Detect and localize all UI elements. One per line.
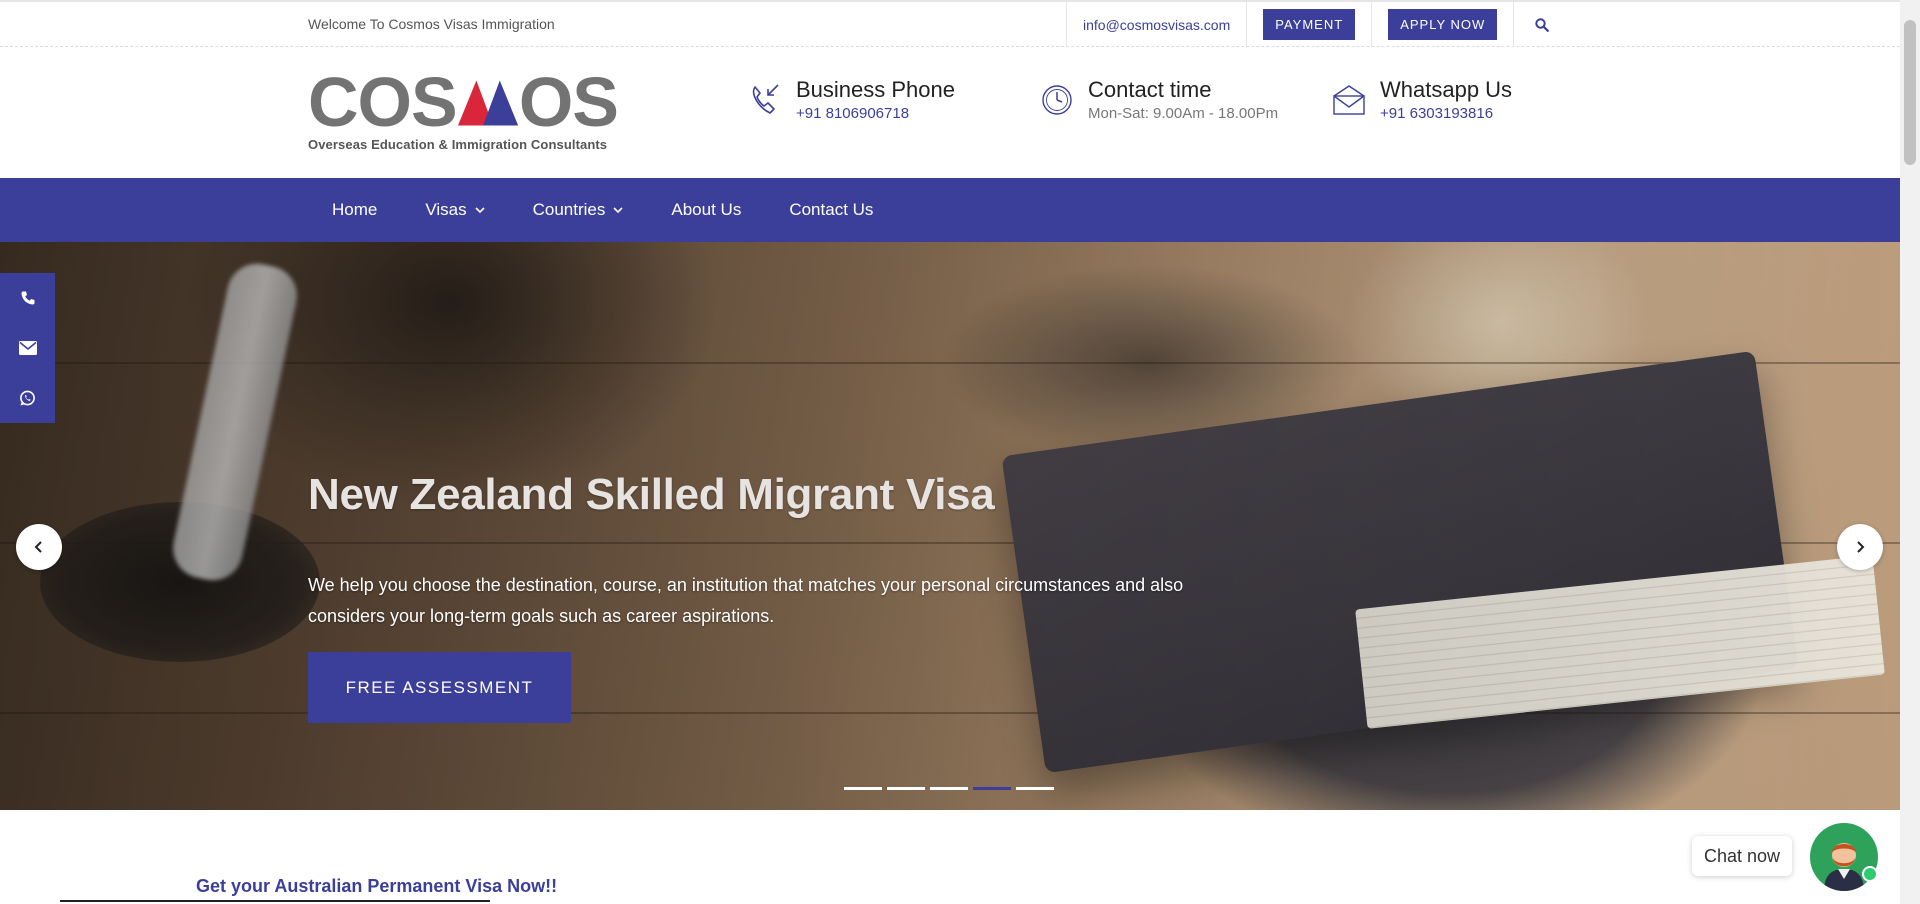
contact-time-title: Contact time xyxy=(1088,77,1212,102)
nav-items: Home Visas Countries About Us Contact Us xyxy=(308,178,897,242)
business-phone-text: Business Phone +91 8106906718 xyxy=(796,77,955,122)
top-bar-actions: info@cosmosvisas.com PAYMENT APPLY NOW xyxy=(1066,2,1570,47)
contact-time-block: Contact time Mon-Sat: 9.00Am - 18.00Pm xyxy=(1038,77,1278,122)
phone-icon[interactable] xyxy=(0,273,55,323)
nav-item-label: Contact Us xyxy=(789,200,874,219)
section-title: Get your Australian Permanent Visa Now!! xyxy=(196,876,558,896)
envelope-icon xyxy=(1333,85,1365,115)
whatsapp-icon[interactable] xyxy=(0,373,55,423)
phone-incoming-icon xyxy=(752,84,779,114)
top-bar: Welcome To Cosmos Visas Immigration info… xyxy=(0,0,1900,47)
chevron-down-icon xyxy=(475,207,485,214)
business-phone-number[interactable]: +91 8106906718 xyxy=(796,105,955,122)
site-header: COS OS Overseas Education & Immigration … xyxy=(0,47,1900,178)
slider-dots xyxy=(844,787,1059,790)
scrollbar-thumb[interactable] xyxy=(1904,20,1916,165)
slider-dot-active[interactable] xyxy=(973,787,1011,790)
logo[interactable]: COS OS Overseas Education & Immigration … xyxy=(308,63,619,152)
logo-wordmark: COS OS xyxy=(308,63,619,141)
slider-dot[interactable] xyxy=(844,787,882,790)
page-scrollbar[interactable] xyxy=(1900,0,1920,904)
hero-slider: New Zealand Skilled Migrant Visa We help… xyxy=(0,242,1900,810)
free-assessment-button[interactable]: FREE ASSESSMENT xyxy=(308,652,571,723)
page: Welcome To Cosmos Visas Immigration info… xyxy=(0,0,1900,904)
chevron-left-icon xyxy=(34,541,42,553)
chevron-down-icon xyxy=(613,207,623,214)
chevron-right-icon xyxy=(1857,541,1865,553)
main-nav: Home Visas Countries About Us Contact Us xyxy=(0,178,1900,242)
payment-button[interactable]: PAYMENT xyxy=(1263,9,1356,40)
nav-item-about-us[interactable]: About Us xyxy=(647,178,765,242)
nav-item-countries[interactable]: Countries xyxy=(509,178,648,242)
hero-title: New Zealand Skilled Migrant Visa xyxy=(308,470,995,519)
nav-item-label: Visas xyxy=(425,200,467,219)
slider-dot[interactable] xyxy=(887,787,925,790)
side-contact-bar xyxy=(0,273,55,423)
slider-prev-button[interactable] xyxy=(16,524,62,570)
chat-now-label: Chat now xyxy=(1704,845,1781,866)
slider-dot[interactable] xyxy=(930,787,968,790)
payment-cell: PAYMENT xyxy=(1247,2,1373,47)
nav-item-home[interactable]: Home xyxy=(308,178,401,242)
whatsapp-title: Whatsapp Us xyxy=(1380,77,1513,102)
chat-now-bubble[interactable]: Chat now xyxy=(1692,836,1793,876)
contact-time-hours: Mon-Sat: 9.00Am - 18.00Pm xyxy=(1088,105,1279,122)
nav-item-label: Home xyxy=(332,200,378,219)
nav-item-label: Countries xyxy=(532,200,606,219)
business-phone-title: Business Phone xyxy=(796,77,955,102)
slider-next-button[interactable] xyxy=(1837,524,1883,570)
nav-item-label: About Us xyxy=(671,200,742,219)
slider-dot[interactable] xyxy=(1016,787,1054,790)
divider xyxy=(60,900,490,902)
nav-item-visas[interactable]: Visas xyxy=(401,178,508,242)
hero-overlay xyxy=(0,242,1900,810)
nav-item-contact-us[interactable]: Contact Us xyxy=(765,178,897,242)
business-phone-block: Business Phone +91 8106906718 xyxy=(746,77,955,122)
hero-description: We help you choose the destination, cour… xyxy=(308,575,1184,626)
online-status-indicator xyxy=(1862,866,1878,882)
whatsapp-block: Whatsapp Us +91 6303193816 xyxy=(1330,77,1512,122)
mail-icon[interactable] xyxy=(0,323,55,373)
search-icon[interactable] xyxy=(1514,2,1570,47)
contact-time-text: Contact time Mon-Sat: 9.00Am - 18.00Pm xyxy=(1088,77,1278,122)
clock-icon xyxy=(1042,85,1072,115)
welcome-text: Welcome To Cosmos Visas Immigration xyxy=(308,16,555,32)
logo-tagline: Overseas Education & Immigration Consult… xyxy=(308,137,608,152)
apply-now-button[interactable]: APPLY NOW xyxy=(1388,9,1498,40)
whatsapp-text: Whatsapp Us +91 6303193816 xyxy=(1380,77,1512,122)
whatsapp-number[interactable]: +91 6303193816 xyxy=(1380,105,1512,122)
apply-cell: APPLY NOW xyxy=(1372,2,1515,47)
email-link[interactable]: info@cosmosvisas.com xyxy=(1066,2,1248,47)
